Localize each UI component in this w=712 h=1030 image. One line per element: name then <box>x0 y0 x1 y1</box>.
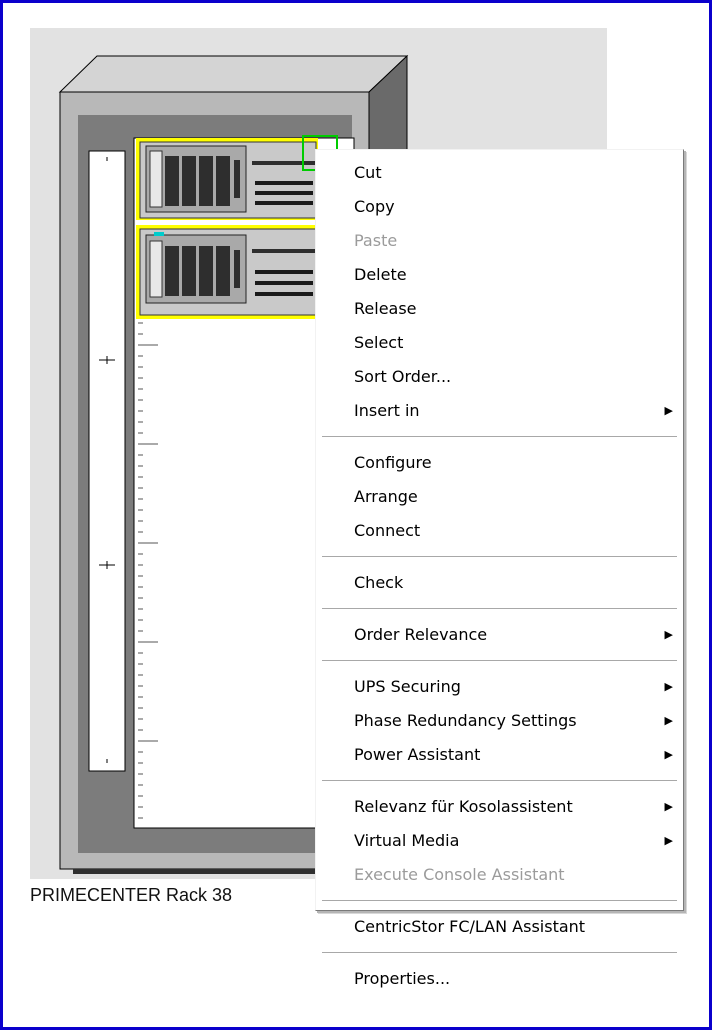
menu-item-relevanz-f-r-kosolassistent[interactable]: Relevanz für Kosolassistent ▶ <box>316 790 683 824</box>
menu-item-label: Phase Redundancy Settings <box>354 711 577 730</box>
menu-item-configure[interactable]: Configure <box>316 446 683 480</box>
menu-item-insert-in[interactable]: Insert in ▶ <box>316 394 683 428</box>
submenu-arrow-icon: ▶ <box>664 834 673 847</box>
menu-item-label: Select <box>354 333 404 352</box>
menu-item-label: CentricStor FC/LAN Assistant <box>354 917 586 936</box>
menu-item-label: Check <box>354 573 404 592</box>
menu-item-power-assistant[interactable]: Power Assistant ▶ <box>316 738 683 772</box>
submenu-arrow-icon: ▶ <box>664 800 673 813</box>
menu-item-phase-redundancy-settings[interactable]: Phase Redundancy Settings ▶ <box>316 704 683 738</box>
submenu-arrow-icon: ▶ <box>664 714 673 727</box>
menu-separator <box>322 608 677 610</box>
menu-item-label: Virtual Media <box>354 831 460 850</box>
menu-item-execute-console-assistant[interactable]: Execute Console Assistant <box>316 858 683 892</box>
menu-separator <box>322 952 677 954</box>
menu-item-label: Delete <box>354 265 407 284</box>
server-unit-2 <box>136 225 318 319</box>
menu-item-paste[interactable]: Paste <box>316 224 683 258</box>
submenu-arrow-icon: ▶ <box>664 748 673 761</box>
menu-item-check[interactable]: Check <box>316 566 683 600</box>
context-menu: Cut Copy Paste Delete Release Select Sort Orde… <box>315 149 684 988</box>
rack-label[interactable]: PRIMECENTER Rack 38 <box>30 885 232 906</box>
menu-item-label: Copy <box>354 197 395 216</box>
menu-item-delete[interactable]: Delete <box>316 258 683 292</box>
menu-item-arrange[interactable]: Arrange <box>316 480 683 514</box>
server-unit-1 <box>136 135 338 220</box>
menu-item-release[interactable]: Release <box>316 292 683 326</box>
menu-item-sort-order[interactable]: Sort Order... <box>316 360 683 394</box>
menu-item-label: Sort Order... <box>354 367 452 386</box>
menu-item-copy[interactable]: Copy <box>316 190 683 224</box>
menu-item-label: Arrange <box>354 487 418 506</box>
menu-item-connect[interactable]: Connect <box>316 514 683 548</box>
menu-item-label: UPS Securing <box>354 677 461 696</box>
menu-item-label: Execute Console Assistant <box>354 865 565 884</box>
rack-left-rail <box>88 150 126 772</box>
menu-item-virtual-media[interactable]: Virtual Media ▶ <box>316 824 683 858</box>
submenu-arrow-icon: ▶ <box>664 404 673 417</box>
menu-item-label: Insert in <box>354 401 420 420</box>
menu-item-order-relevance[interactable]: Order Relevance ▶ <box>316 618 683 652</box>
submenu-arrow-icon: ▶ <box>664 628 673 641</box>
rack-top-face <box>58 55 409 93</box>
menu-item-label: Paste <box>354 231 398 250</box>
menu-item-label: Connect <box>354 521 421 540</box>
menu-item-label: Cut <box>354 163 382 182</box>
menu-item-label: Power Assistant <box>354 745 481 764</box>
submenu-arrow-icon: ▶ <box>664 680 673 693</box>
menu-separator <box>322 556 677 558</box>
menu-item-label: Release <box>354 299 417 318</box>
menu-separator <box>322 660 677 662</box>
menu-item-ups-securing[interactable]: UPS Securing ▶ <box>316 670 683 704</box>
menu-item-label: Order Relevance <box>354 625 488 644</box>
menu-separator <box>322 900 677 902</box>
menu-item-label: Configure <box>354 453 432 472</box>
menu-item-properties[interactable]: Properties... <box>316 962 683 996</box>
menu-item-centricstor-fc-lan-assistant[interactable]: CentricStor FC/LAN Assistant <box>316 910 683 944</box>
menu-item-label: Properties... <box>354 969 451 988</box>
menu-item-select[interactable]: Select <box>316 326 683 360</box>
menu-item-cut[interactable]: Cut <box>316 156 683 190</box>
menu-item-label: Relevanz für Kosolassistent <box>354 797 573 816</box>
menu-separator <box>322 780 677 782</box>
menu-separator <box>322 436 677 438</box>
